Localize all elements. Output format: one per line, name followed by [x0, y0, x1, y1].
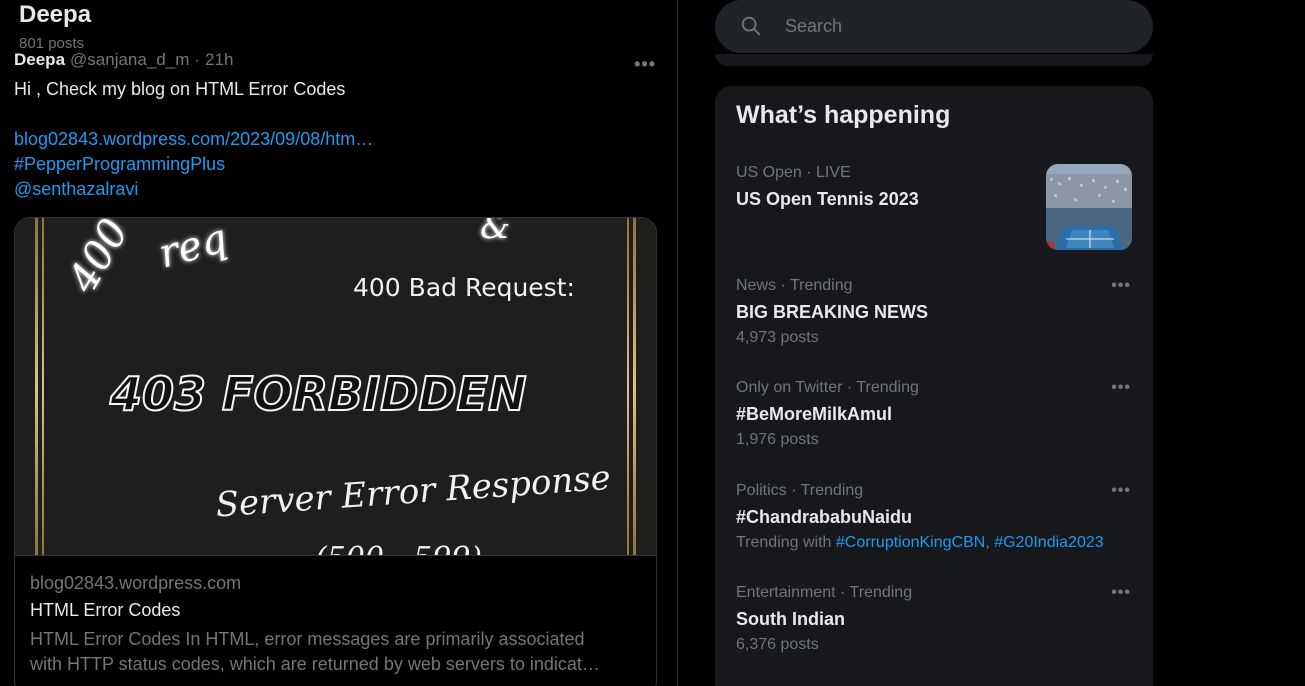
- trend-name: BIG BREAKING NEWS: [736, 302, 929, 322]
- post-mention[interactable]: @senthazalravi: [14, 177, 664, 202]
- link-preview-description-line-2: with HTTP status codes, which are return…: [30, 654, 600, 674]
- post-time[interactable]: 21h: [205, 50, 233, 70]
- trend-item[interactable]: Politics · Trending #ChandrababuNaidu Tr…: [715, 482, 1153, 562]
- post[interactable]: Deepa @sanjana_d_m · 21h ••• Hi , Check …: [14, 50, 664, 686]
- search-icon: [740, 15, 762, 42]
- whats-happening-panel: What’s happening US Open · LIVE US Open …: [715, 86, 1153, 686]
- app-root: Deepa @sanjana_d_m · 21h ••• Hi , Check …: [0, 0, 1305, 686]
- link-preview-image[interactable]: 400 req & 400 Bad Request: 403 FORBIDDEN…: [15, 218, 656, 555]
- post-hashtag[interactable]: #PepperProgrammingPlus: [14, 152, 664, 177]
- trend-name: #BeMoreMilkAmul: [736, 404, 893, 424]
- profile-header: Deepa 801 posts: [0, 0, 677, 52]
- gold-border-right-outer: [633, 218, 636, 555]
- more-horizontal-icon[interactable]: •••: [1111, 584, 1131, 602]
- post-link-url[interactable]: blog02843.wordpress.com/2023/09/08/htm…: [14, 127, 664, 152]
- image-text-bad-request: 400 Bad Request:: [353, 273, 575, 302]
- trend-name: #ChandrababuNaidu: [736, 507, 913, 527]
- trend-name: South Indian: [736, 609, 845, 629]
- trend-meta: Only on Twitter · Trending: [736, 379, 919, 396]
- trend-meta: Politics · Trending: [736, 482, 864, 499]
- trend-trending-with: Trending with #CorruptionKingCBN, #G20In…: [736, 534, 1104, 551]
- trend-post-count: 4,973 posts: [736, 329, 819, 346]
- post-author-handle[interactable]: @sanjana_d_m: [70, 50, 189, 70]
- gold-border-left-outer: [35, 218, 38, 555]
- trend-meta: Entertainment · Trending: [736, 584, 913, 601]
- more-horizontal-icon[interactable]: •••: [634, 54, 656, 75]
- trend-post-count: 1,976 posts: [736, 431, 819, 448]
- gold-border-right-inner: [627, 218, 629, 555]
- more-horizontal-icon[interactable]: •••: [1111, 379, 1131, 397]
- link-preview-description: HTML Error Codes In HTML, error messages…: [30, 627, 641, 677]
- trend-thumbnail-image[interactable]: [1046, 164, 1132, 250]
- link-preview-card[interactable]: 400 req & 400 Bad Request: 403 FORBIDDEN…: [14, 217, 657, 686]
- profile-post-count: 801 posts: [19, 35, 85, 52]
- post-separator: ·: [194, 50, 201, 69]
- link-preview-domain: blog02843.wordpress.com: [30, 573, 242, 593]
- trend-meta: US Open · LIVE: [736, 164, 851, 181]
- post-text: Hi , Check my blog on HTML Error Codes: [14, 79, 346, 99]
- link-preview-meta: blog02843.wordpress.com HTML Error Codes…: [15, 555, 656, 677]
- trend-meta: News · Trending: [736, 277, 853, 294]
- gold-border-left-inner: [42, 218, 44, 555]
- post-text-gap: [14, 102, 664, 127]
- post-author-name[interactable]: Deepa: [14, 50, 65, 70]
- trending-with-tag[interactable]: #G20India2023: [994, 534, 1103, 551]
- more-horizontal-icon[interactable]: •••: [1111, 482, 1131, 500]
- trend-item[interactable]: News · Trending BIG BREAKING NEWS 4,973 …: [715, 277, 1153, 357]
- link-preview-description-line-1: HTML Error Codes In HTML, error messages…: [30, 629, 585, 649]
- whats-happening-title: What’s happening: [736, 101, 951, 129]
- trend-item[interactable]: Entertainment · Trending South Indian 6,…: [715, 584, 1153, 664]
- sidebar-previous-panel: [715, 54, 1153, 66]
- trending-with-tag[interactable]: #CorruptionKingCBN: [836, 534, 985, 551]
- trend-item[interactable]: US Open · LIVE US Open Tennis 2023: [715, 164, 1153, 256]
- neon-text-amp: &: [480, 218, 510, 247]
- trend-item[interactable]: Only on Twitter · Trending #BeMoreMilkAm…: [715, 379, 1153, 459]
- image-text-range: (500 - 599): [315, 541, 482, 555]
- search-box[interactable]: [715, 0, 1153, 53]
- main-timeline: Deepa @sanjana_d_m · 21h ••• Hi , Check …: [0, 0, 678, 686]
- image-text-forbidden: 403 FORBIDDEN: [109, 367, 526, 421]
- link-preview-title: HTML Error Codes: [30, 600, 181, 620]
- trend-post-count: 6,376 posts: [736, 636, 819, 653]
- preview-image-art: 400 req & 400 Bad Request: 403 FORBIDDEN…: [15, 218, 656, 555]
- trend-name: US Open Tennis 2023: [736, 189, 919, 209]
- search-input[interactable]: [785, 0, 1125, 53]
- post-author-row: Deepa @sanjana_d_m · 21h: [14, 50, 664, 74]
- profile-title: Deepa: [19, 1, 92, 28]
- trending-with-label: Trending with: [736, 534, 832, 551]
- more-horizontal-icon[interactable]: •••: [1111, 277, 1131, 295]
